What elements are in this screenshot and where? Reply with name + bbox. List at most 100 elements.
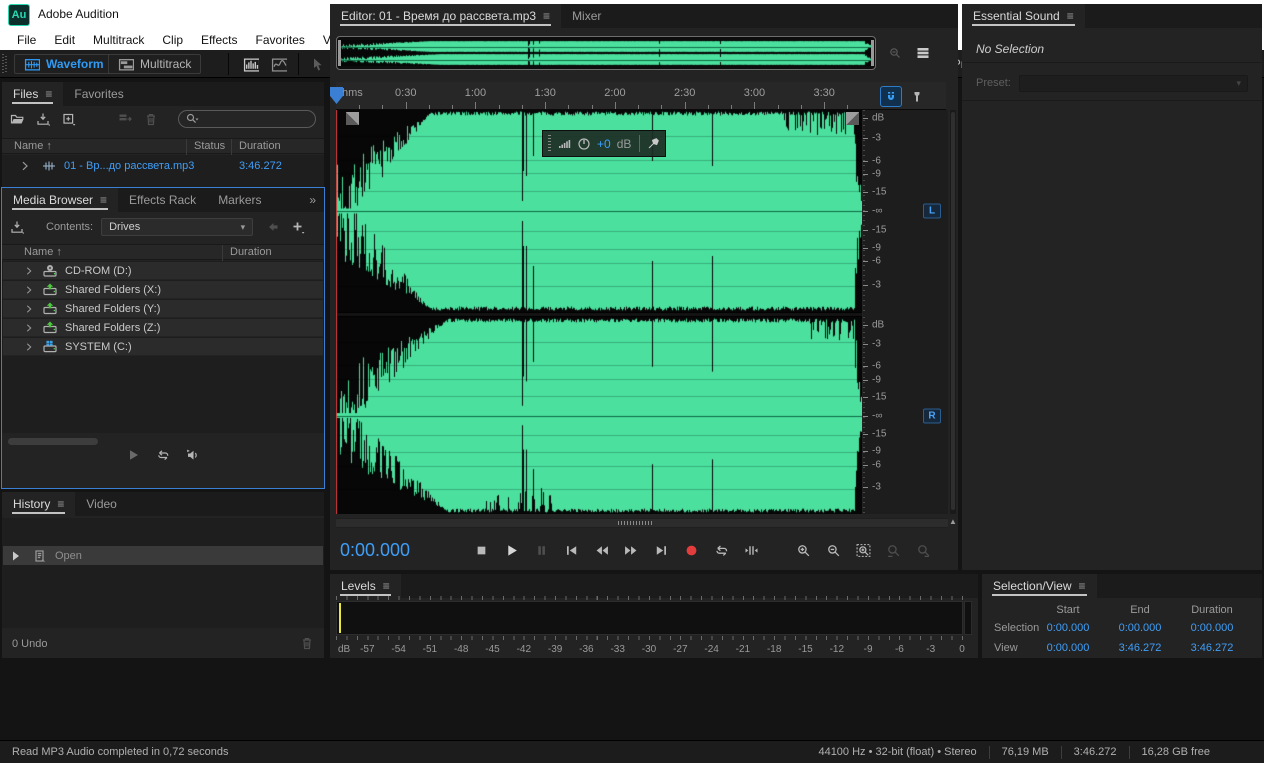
- play-button[interactable]: [500, 538, 522, 562]
- menu-multitrack[interactable]: Multitrack: [84, 30, 153, 50]
- overview-range-handle-left[interactable]: [338, 40, 341, 66]
- menu-edit[interactable]: Edit: [45, 30, 84, 50]
- gain-hud[interactable]: +0 dB: [542, 130, 666, 157]
- panel-corner-toggle[interactable]: ▲: [949, 517, 957, 526]
- gain-knob-icon[interactable]: [577, 137, 591, 151]
- hud-grip[interactable]: [548, 135, 551, 152]
- open-file-icon[interactable]: [10, 112, 24, 126]
- amplitude-ruler[interactable]: dB-3-6-9-15-∞-15-9-6-3LdB-3-6-9-15-∞-15-…: [863, 110, 948, 514]
- waveform-display[interactable]: +0 dB: [336, 110, 862, 514]
- overview-range-handle-right[interactable]: [871, 40, 874, 66]
- contents-dropdown[interactable]: Drives▾: [101, 218, 253, 236]
- snap-magnet-button[interactable]: [880, 86, 902, 107]
- view-start[interactable]: 0:00.000: [1032, 642, 1104, 654]
- selection-duration[interactable]: 0:00.000: [1176, 622, 1248, 634]
- loop-playback-button[interactable]: [710, 538, 732, 562]
- tab-files[interactable]: Files≡: [2, 82, 63, 106]
- expand-chevron-icon[interactable]: [23, 265, 35, 277]
- zoom-in-horizontal-button[interactable]: [792, 538, 814, 562]
- vertical-scrollbar[interactable]: [950, 110, 956, 514]
- spectral-display-icon[interactable]: [268, 55, 290, 73]
- editor-panel-menu-icon[interactable]: ≡: [543, 9, 550, 23]
- move-tool-icon[interactable]: [306, 55, 328, 73]
- preset-dropdown[interactable]: ▾: [1019, 75, 1248, 92]
- expand-chevron-icon[interactable]: [23, 322, 35, 334]
- media-browser-menu-icon[interactable]: ≡: [100, 193, 107, 207]
- menu-clip[interactable]: Clip: [153, 30, 192, 50]
- expand-chevron-icon[interactable]: [23, 341, 35, 353]
- selection-end[interactable]: 0:00.000: [1104, 622, 1176, 634]
- tab-essential-sound[interactable]: Essential Sound≡: [962, 4, 1085, 28]
- media-row-shared-folders-x-[interactable]: Shared Folders (X:): [3, 281, 323, 299]
- essential-sound-menu-icon[interactable]: ≡: [1067, 9, 1074, 23]
- menu-file[interactable]: File: [8, 30, 45, 50]
- delete-file-icon[interactable]: [144, 112, 158, 126]
- selection-view-menu-icon[interactable]: ≡: [1079, 579, 1086, 593]
- zoom-to-selection-button[interactable]: [852, 538, 874, 562]
- import-media-icon[interactable]: [10, 220, 24, 234]
- level-meter[interactable]: [336, 601, 963, 635]
- add-shortcut-icon[interactable]: [291, 220, 305, 234]
- expand-chevron-icon[interactable]: [23, 284, 35, 296]
- media-row-shared-folders-y-[interactable]: Shared Folders (Y:): [3, 300, 323, 318]
- preview-loop-icon[interactable]: [156, 448, 170, 462]
- files-column-header[interactable]: Name ↑ Status Duration: [2, 138, 324, 154]
- insert-into-multitrack-icon[interactable]: [118, 112, 132, 126]
- tab-video[interactable]: Video: [75, 492, 127, 516]
- tab-levels[interactable]: Levels≡: [330, 574, 401, 598]
- clip-indicator[interactable]: [964, 601, 972, 635]
- import-file-icon[interactable]: [36, 112, 50, 126]
- history-panel-menu-icon[interactable]: ≡: [57, 497, 64, 511]
- stop-button[interactable]: [470, 538, 492, 562]
- preview-autoplay-icon[interactable]: [186, 448, 200, 462]
- tab-mixer[interactable]: Mixer: [561, 4, 612, 28]
- media-row-shared-folders-z-[interactable]: Shared Folders (Z:): [3, 319, 323, 337]
- menu-effects[interactable]: Effects: [192, 30, 246, 50]
- media-column-header[interactable]: Name ↑ Duration: [2, 244, 324, 260]
- fast-forward-button[interactable]: [620, 538, 642, 562]
- hud-pin-icon[interactable]: [646, 137, 660, 151]
- editor-list-view-icon[interactable]: [912, 43, 934, 63]
- files-search-input[interactable]: [202, 113, 292, 125]
- zoom-in-at-out-point-button[interactable]: [912, 538, 934, 562]
- timeline-ruler[interactable]: hms 0:301:001:302:002:303:003:30: [336, 82, 946, 110]
- tab-media-browser[interactable]: Media Browser≡: [2, 188, 118, 212]
- history-entry-open[interactable]: Open: [3, 546, 323, 565]
- gain-value[interactable]: +0: [597, 137, 611, 151]
- tab-markers[interactable]: Markers: [207, 188, 272, 212]
- toolbar-grip[interactable]: [2, 54, 8, 74]
- preview-play-icon[interactable]: [126, 448, 140, 462]
- zoom-out-full-icon[interactable]: [884, 43, 906, 63]
- waveform-view-button[interactable]: Waveform: [14, 54, 114, 74]
- tab-selection-view[interactable]: Selection/View≡: [982, 574, 1097, 598]
- media-row-cd-rom-d-[interactable]: CD-ROM (D:): [3, 262, 323, 280]
- tab-favorites[interactable]: Favorites: [63, 82, 134, 106]
- tab-history[interactable]: History≡: [2, 492, 75, 516]
- panel-overflow-chevrons[interactable]: »: [299, 188, 324, 212]
- file-row[interactable]: 01 - Вр...до рассвета.mp3 3:46.272: [2, 157, 324, 174]
- next-button[interactable]: [650, 538, 672, 562]
- skip-selection-button[interactable]: [740, 538, 762, 562]
- expand-chevron-icon[interactable]: [23, 303, 35, 315]
- levels-panel-menu-icon[interactable]: ≡: [383, 579, 390, 593]
- previous-button[interactable]: [560, 538, 582, 562]
- menu-favorites[interactable]: Favorites: [247, 30, 314, 50]
- waveform-overview-strip[interactable]: [336, 36, 876, 70]
- view-duration[interactable]: 3:46.272: [1176, 642, 1248, 654]
- view-end[interactable]: 3:46.272: [1104, 642, 1176, 654]
- clear-history-trash-icon[interactable]: [300, 636, 314, 650]
- fade-out-handle[interactable]: [846, 112, 859, 125]
- playhead-time-display[interactable]: 0:00.000: [340, 540, 410, 561]
- zoom-in-at-in-point-button[interactable]: [882, 538, 904, 562]
- zoom-out-horizontal-button[interactable]: [822, 538, 844, 562]
- multitrack-view-button[interactable]: Multitrack: [108, 54, 201, 74]
- horizontal-scrollbar[interactable]: [336, 518, 948, 528]
- channel-badge-l[interactable]: L: [923, 204, 941, 219]
- waveform-display-icon[interactable]: [240, 55, 262, 73]
- new-content-icon[interactable]: [62, 112, 76, 126]
- tab-effects-rack[interactable]: Effects Rack: [118, 188, 207, 212]
- back-arrow-icon[interactable]: [265, 220, 279, 234]
- media-horizontal-scrollbar[interactable]: [8, 438, 98, 445]
- marker-pin-button[interactable]: [907, 87, 927, 107]
- channel-badge-r[interactable]: R: [923, 408, 941, 423]
